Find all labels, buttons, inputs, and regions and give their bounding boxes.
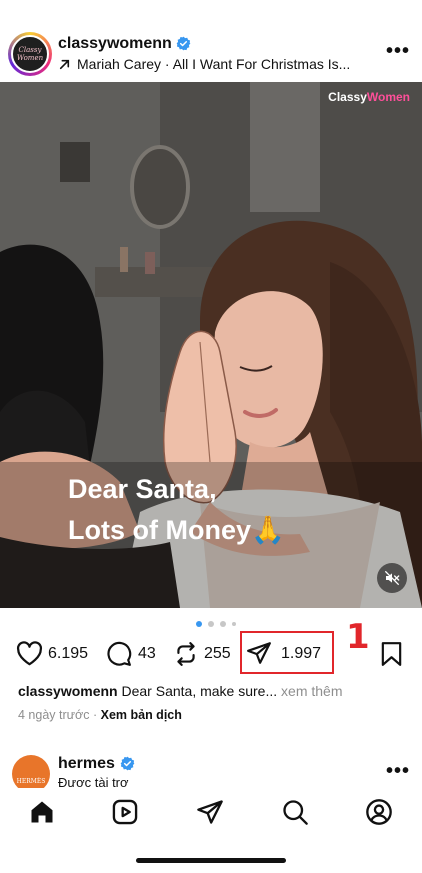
bookmark-icon	[381, 642, 402, 666]
comment-button[interactable]	[106, 641, 132, 667]
arrow-up-right-icon	[58, 58, 71, 71]
avatar-logo-text: Classy Women	[16, 46, 44, 62]
post-caption: classywomenn Dear Santa, make sure... xe…	[18, 683, 343, 699]
meta-separator: ·	[92, 708, 98, 722]
sponsored-label: Được tài trợ	[58, 775, 129, 787]
post-username[interactable]: classywomenn	[58, 35, 172, 53]
comment-count[interactable]: 43	[138, 645, 156, 663]
share-button[interactable]	[246, 640, 272, 666]
share-count[interactable]: 1.997	[281, 645, 321, 663]
music-link[interactable]: Mariah Carey · All I Want For Christmas …	[58, 56, 350, 72]
repost-button[interactable]	[173, 641, 199, 667]
next-post-username[interactable]: hermes	[58, 755, 115, 773]
caption-text: Dear Santa, make sure...	[121, 683, 278, 699]
annotation-number: 1	[346, 617, 370, 657]
home-indicator	[136, 858, 286, 863]
timestamp: 4 ngày trước	[18, 708, 90, 722]
verified-badge-icon	[120, 756, 135, 771]
search-icon[interactable]	[281, 798, 309, 826]
image-caption-line-2: Lots of Money🙏	[68, 515, 285, 545]
brand-watermark: ClassyWomen	[328, 90, 410, 104]
image-caption-line-1: Dear Santa,	[68, 474, 217, 504]
send-icon[interactable]	[196, 798, 224, 826]
carousel-dot	[232, 622, 236, 626]
see-more-link[interactable]: xem thêm	[281, 683, 342, 699]
avatar[interactable]: Classy Women	[11, 35, 49, 73]
send-icon	[247, 642, 271, 664]
save-button[interactable]	[380, 641, 403, 667]
like-count[interactable]: 6.195	[48, 645, 88, 663]
reels-icon[interactable]	[111, 798, 139, 826]
profile-icon[interactable]	[365, 798, 393, 826]
carousel-dot	[196, 621, 202, 627]
more-options-icon[interactable]: •••	[386, 40, 410, 63]
speaker-muted-icon	[384, 570, 400, 586]
post-meta: 4 ngày trước · Xem bản dịch	[18, 708, 182, 722]
mute-button[interactable]	[377, 563, 407, 593]
repost-icon	[177, 642, 195, 666]
carousel-dot	[220, 621, 226, 627]
home-icon[interactable]	[28, 798, 56, 826]
translate-link[interactable]: Xem bản dịch	[101, 708, 182, 722]
repost-count[interactable]: 255	[204, 645, 231, 663]
caption-username[interactable]: classywomenn	[18, 683, 118, 699]
carousel-dot	[208, 621, 214, 627]
music-title: Mariah Carey · All I Want For Christmas …	[77, 56, 351, 72]
heart-icon	[16, 641, 43, 666]
comment-icon	[107, 641, 132, 666]
verified-badge-icon	[176, 36, 191, 51]
more-options-icon[interactable]: •••	[386, 760, 410, 783]
like-button[interactable]	[16, 641, 43, 666]
